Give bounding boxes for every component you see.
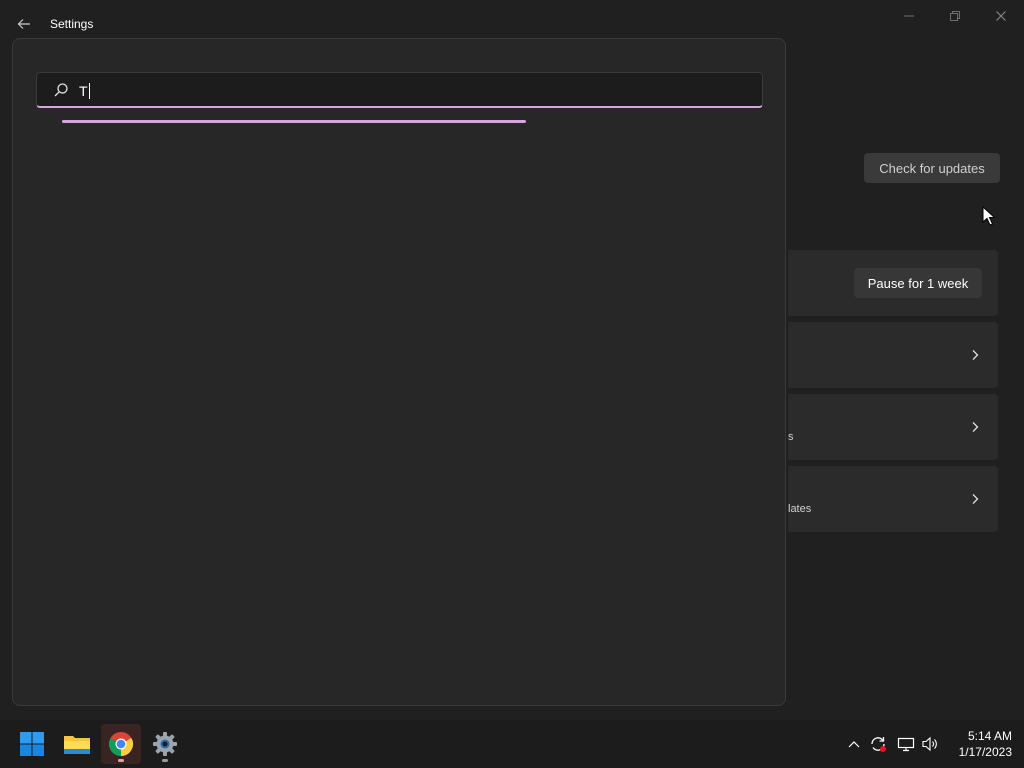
minimize-button[interactable] [886,0,932,32]
chrome-icon [108,732,134,756]
pause-updates-button[interactable]: Pause for 1 week [854,268,982,298]
restore-button[interactable] [932,0,978,32]
card-description-fragment: lates [788,503,812,515]
back-arrow-icon [17,19,30,29]
app-title: Settings [50,17,94,31]
clock-time: 5:14 AM [967,729,1012,743]
clock-date: 1/17/2023 [958,745,1012,759]
network-tray-button[interactable] [896,734,916,754]
running-app-indicator [162,759,168,762]
windows-logo-icon [20,732,44,756]
close-icon [996,11,1006,21]
card-description-fragment: s [788,431,794,443]
search-input[interactable]: T [36,72,763,108]
check-for-updates-button[interactable]: Check for updates [864,153,1000,183]
title-bar: Settings [0,0,1024,40]
minimize-icon [904,15,914,17]
volume-icon [922,736,937,752]
volume-tray-button[interactable] [920,734,940,754]
active-app-indicator [118,759,124,762]
taskbar: 5:14 AM 1/17/2023 [0,720,1024,768]
settings-card[interactable] [788,322,998,388]
restore-icon [950,11,960,21]
settings-card[interactable]: s [788,394,998,460]
search-loading-bar [62,120,526,123]
system-clock[interactable]: 5:14 AM 1/17/2023 [946,728,1012,760]
search-query: T [79,83,90,99]
chevron-right-icon [968,492,982,506]
sync-icon [871,737,886,752]
chevron-right-icon [968,348,982,362]
search-query-text: T [79,83,88,99]
gear-icon [153,732,177,756]
show-hidden-icons-button[interactable] [844,734,864,754]
chrome-button[interactable] [101,724,141,764]
folder-icon [64,736,90,754]
search-results-panel [12,38,786,706]
mouse-cursor-icon [982,206,996,226]
start-button[interactable] [12,724,52,764]
settings-button[interactable] [145,724,185,764]
file-explorer-button[interactable] [57,724,97,764]
search-icon [54,83,68,97]
close-button[interactable] [978,0,1024,32]
settings-card[interactable]: lates [788,466,998,532]
chevron-up-icon [848,741,860,748]
back-button[interactable] [10,10,38,38]
settings-window: Settings Check for updates Pause for 1 w… [0,0,1024,720]
text-caret [88,83,90,99]
sync-tray-button[interactable] [868,734,888,754]
chevron-right-icon [968,420,982,434]
network-icon [897,737,915,752]
